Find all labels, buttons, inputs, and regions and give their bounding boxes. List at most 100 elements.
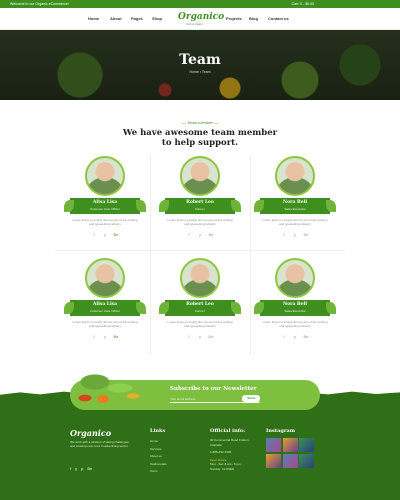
member-photo[interactable] <box>85 156 125 196</box>
top-bar: Welcome to our Organic eCommerce! Cart: … <box>0 0 400 8</box>
facebook-icon[interactable]: f <box>70 466 71 471</box>
instagram-photo[interactable] <box>282 453 298 468</box>
behance-icon[interactable]: Be <box>207 334 215 339</box>
behance-icon[interactable]: Be <box>302 334 310 339</box>
behance-icon[interactable]: Be <box>87 466 92 471</box>
section-tag: — Team member — <box>182 120 218 125</box>
member-name: Alisa Lisa <box>92 302 118 307</box>
member-name: Robert Leo <box>186 200 214 205</box>
nav-item-pages[interactable]: Pages <box>131 16 143 21</box>
facebook-icon[interactable]: f <box>280 232 288 237</box>
footer-address: 30 Commercial Road Fratton, Australia <box>210 438 250 447</box>
instagram-grid <box>266 438 314 468</box>
twitter-icon[interactable]: y <box>101 334 109 339</box>
facebook-icon[interactable]: f <box>185 334 193 339</box>
team-card: Alisa Lisa Customer Care Officer Lorem i… <box>60 156 150 246</box>
member-role: Farmer <box>195 309 205 313</box>
instagram-photo[interactable] <box>266 438 281 452</box>
nav-item-home[interactable]: Home <box>88 16 99 21</box>
footer-info: 30 Commercial Road Fratton, Australia 1-… <box>210 438 255 471</box>
member-name-bar: Alisa Lisa Customer Care Officer <box>64 300 140 316</box>
member-photo[interactable] <box>85 258 125 298</box>
footer-about-text: We work with a passion of taking challen… <box>70 440 129 449</box>
member-name: Alisa Lisa <box>92 200 118 205</box>
footer-logo[interactable]: Organico <box>70 428 111 438</box>
facebook-icon[interactable]: f <box>90 334 98 339</box>
member-role: Farmer <box>195 207 205 211</box>
welcome-text: Welcome to our Organic eCommerce! <box>10 2 69 6</box>
member-socials: f y Be <box>185 334 215 339</box>
newsletter-send-button[interactable]: Send <box>242 395 260 402</box>
member-name-bar: Alisa Lisa Customer Care Officer <box>64 198 140 214</box>
member-photo[interactable] <box>180 258 220 298</box>
footer-phone[interactable]: 1-888-452-1505 <box>210 450 255 455</box>
member-description: Lorem ipsum is simply dummy text of the … <box>262 320 328 328</box>
nav-item-contact[interactable]: Contact us <box>268 16 289 21</box>
twitter-icon[interactable]: y <box>101 232 109 237</box>
member-photo[interactable] <box>180 156 220 196</box>
behance-icon[interactable]: Be <box>207 232 215 237</box>
page-hero: Team Home • Team <box>0 30 400 100</box>
instagram-photo[interactable] <box>266 453 281 468</box>
cart-summary[interactable]: Cart: 0 - $0.00 <box>292 2 314 6</box>
member-description: Lorem ipsum is simply dummy text of the … <box>72 320 138 328</box>
facebook-icon[interactable]: f <box>185 232 193 237</box>
footer-info-heading: Official info: <box>210 428 246 434</box>
page-title: Team <box>179 52 221 68</box>
footer-link-team[interactable]: Team <box>150 468 167 476</box>
team-card: Nora Bell Sales Executive Lorem ipsum is… <box>250 258 340 348</box>
member-photo[interactable] <box>275 258 315 298</box>
twitter-icon[interactable]: y <box>196 232 204 237</box>
twitter-icon[interactable]: y <box>196 334 204 339</box>
team-card: Nora Bell Sales Executive Lorem ipsum is… <box>250 156 340 246</box>
footer-link-about[interactable]: About us <box>150 453 167 461</box>
member-name-bar: Nora Bell Sales Executive <box>254 300 330 316</box>
member-name-bar: Robert Leo Farmer <box>159 198 235 214</box>
member-socials: f y Be <box>185 232 215 237</box>
section-title: We have awesome team member to help supp… <box>122 128 278 148</box>
twitter-icon[interactable]: y <box>75 466 77 471</box>
newsletter-title: Subscribe to our Newsletter <box>170 386 257 392</box>
member-description: Lorem ipsum is simply dummy text of the … <box>167 218 233 226</box>
footer-links-heading: Links <box>150 428 166 434</box>
footer-links-list: Home Services About us Testimonials Team <box>150 438 167 476</box>
grid-divider <box>55 250 345 251</box>
instagram-photo[interactable] <box>299 438 314 452</box>
team-card: Robert Leo Farmer Lorem ipsum is simply … <box>155 156 245 246</box>
footer-socials: f y p Be <box>70 466 92 471</box>
nav-item-about[interactable]: About <box>110 16 122 21</box>
site-footer <box>0 391 400 500</box>
footer-hours-sunday: Sunday: CLOSED <box>210 466 235 471</box>
nav-item-shop[interactable]: Shop <box>152 16 162 21</box>
footer-link-home[interactable]: Home <box>150 438 167 446</box>
facebook-icon[interactable]: f <box>90 232 98 237</box>
twitter-icon[interactable]: y <box>291 232 299 237</box>
behance-icon[interactable]: Be <box>302 232 310 237</box>
facebook-icon[interactable]: f <box>280 334 288 339</box>
instagram-photo[interactable] <box>299 453 314 468</box>
member-description: Lorem ipsum is simply dummy text of the … <box>72 218 138 226</box>
site-logo[interactable]: Organico <box>178 12 224 22</box>
behance-icon[interactable]: Be <box>112 232 120 237</box>
newsletter-banner: Subscribe to our Newsletter Your email a… <box>65 368 320 410</box>
breadcrumb[interactable]: Home • Team <box>0 70 400 74</box>
instagram-photo[interactable] <box>282 438 298 452</box>
vegetables-image <box>65 368 145 408</box>
twitter-icon[interactable]: y <box>291 334 299 339</box>
team-card: Alisa Lisa Customer Care Officer Lorem i… <box>60 258 150 348</box>
member-role: Customer Care Officer <box>90 207 120 211</box>
site-logo-tagline: fresh & organic <box>186 23 203 26</box>
member-name-bar: Nora Bell Sales Executive <box>254 198 330 214</box>
pinterest-icon[interactable]: p <box>81 466 83 471</box>
nav-item-projects[interactable]: Projects <box>226 16 242 21</box>
member-name-bar: Robert Leo Farmer <box>159 300 235 316</box>
footer-link-services[interactable]: Services <box>150 446 167 454</box>
footer-instagram-heading: Instagram <box>266 428 295 434</box>
member-name: Nora Bell <box>282 302 308 307</box>
member-socials: f y Be <box>90 334 120 339</box>
behance-icon[interactable]: Be <box>112 334 120 339</box>
member-role: Sales Executive <box>284 207 306 211</box>
member-photo[interactable] <box>275 156 315 196</box>
nav-item-blog[interactable]: Blog <box>249 16 258 21</box>
footer-link-testimonials[interactable]: Testimonials <box>150 461 167 469</box>
